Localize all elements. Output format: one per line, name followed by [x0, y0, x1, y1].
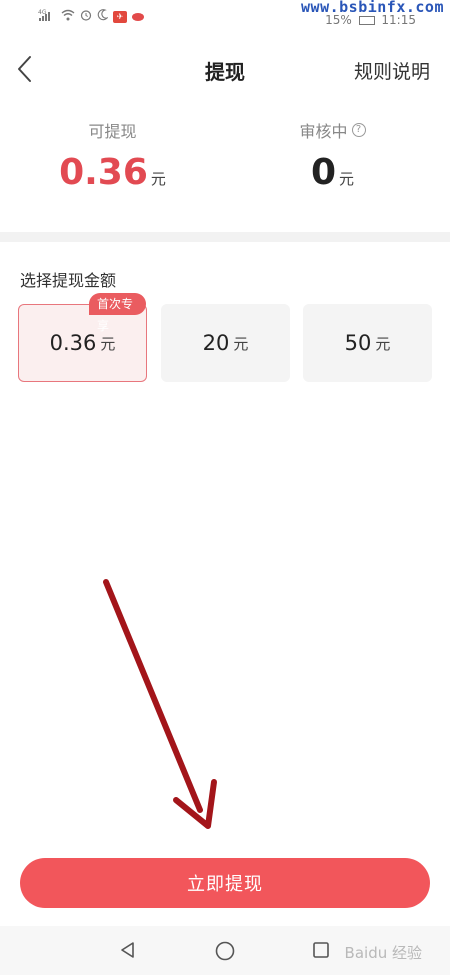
watermark-top: www.bsbinfx.com [301, 0, 444, 16]
amount-unit: 元 [375, 334, 391, 353]
status-bar: 4G ✈ 15% 11:15 www.bsbinfx.com [0, 0, 450, 36]
withdraw-page: 4G ✈ 15% 11:15 www.bsbinfx.com 提现 规则说明 可… [0, 0, 450, 975]
review-unit: 元 [339, 170, 355, 188]
amount-options: 0.36 元 首次专享 20 元 50 元 [18, 293, 432, 382]
balance-section: 可提现 0.36 元 审核中 ? 0元 [0, 118, 450, 228]
section-divider [0, 232, 450, 242]
signal-icon: 4G [38, 9, 56, 25]
available-balance: 可提现 0.36 元 [0, 118, 225, 193]
system-home-icon[interactable] [214, 940, 236, 966]
amount-option-3[interactable]: 50 元 [303, 304, 432, 382]
watermark-bottom: Baidu 经验 [344, 944, 422, 962]
amount-option-1[interactable]: 0.36 元 首次专享 [18, 293, 147, 382]
moon-icon [97, 9, 109, 25]
notification-dot-icon [132, 13, 144, 21]
available-value: 0.36 [59, 152, 148, 193]
alarm-icon [80, 9, 92, 25]
battery-icon [358, 16, 375, 25]
amount-section-title: 选择提现金额 [20, 271, 117, 290]
system-recent-apps-icon[interactable] [311, 940, 331, 964]
help-icon[interactable]: ? [351, 123, 366, 137]
svg-text:4G: 4G [38, 9, 47, 16]
amount-value: 50 [344, 331, 372, 355]
app-notification-icon: ✈ [113, 11, 127, 23]
rules-link[interactable]: 规则说明 [354, 57, 430, 84]
first-time-badge: 首次专享 [89, 293, 146, 333]
amount-value: 20 [202, 331, 230, 355]
reviewing-balance: 审核中 ? 0元 [220, 118, 445, 193]
withdraw-now-button[interactable]: 立即提现 [20, 858, 430, 908]
system-nav-bar: Baidu 经验 [0, 926, 450, 975]
amount-value: 0.36 [49, 331, 97, 355]
wifi-icon [61, 9, 75, 25]
nav-bar: 提现 规则说明 [0, 44, 450, 94]
review-value: 0 [310, 152, 337, 193]
status-icons: 4G ✈ [38, 9, 144, 25]
amount-option-2[interactable]: 20 元 [161, 304, 290, 382]
available-unit: 元 [150, 170, 166, 188]
system-back-icon[interactable] [118, 940, 138, 964]
available-label: 可提现 [88, 122, 137, 141]
review-label: 审核中 [299, 122, 348, 141]
amount-unit: 元 [233, 334, 249, 353]
